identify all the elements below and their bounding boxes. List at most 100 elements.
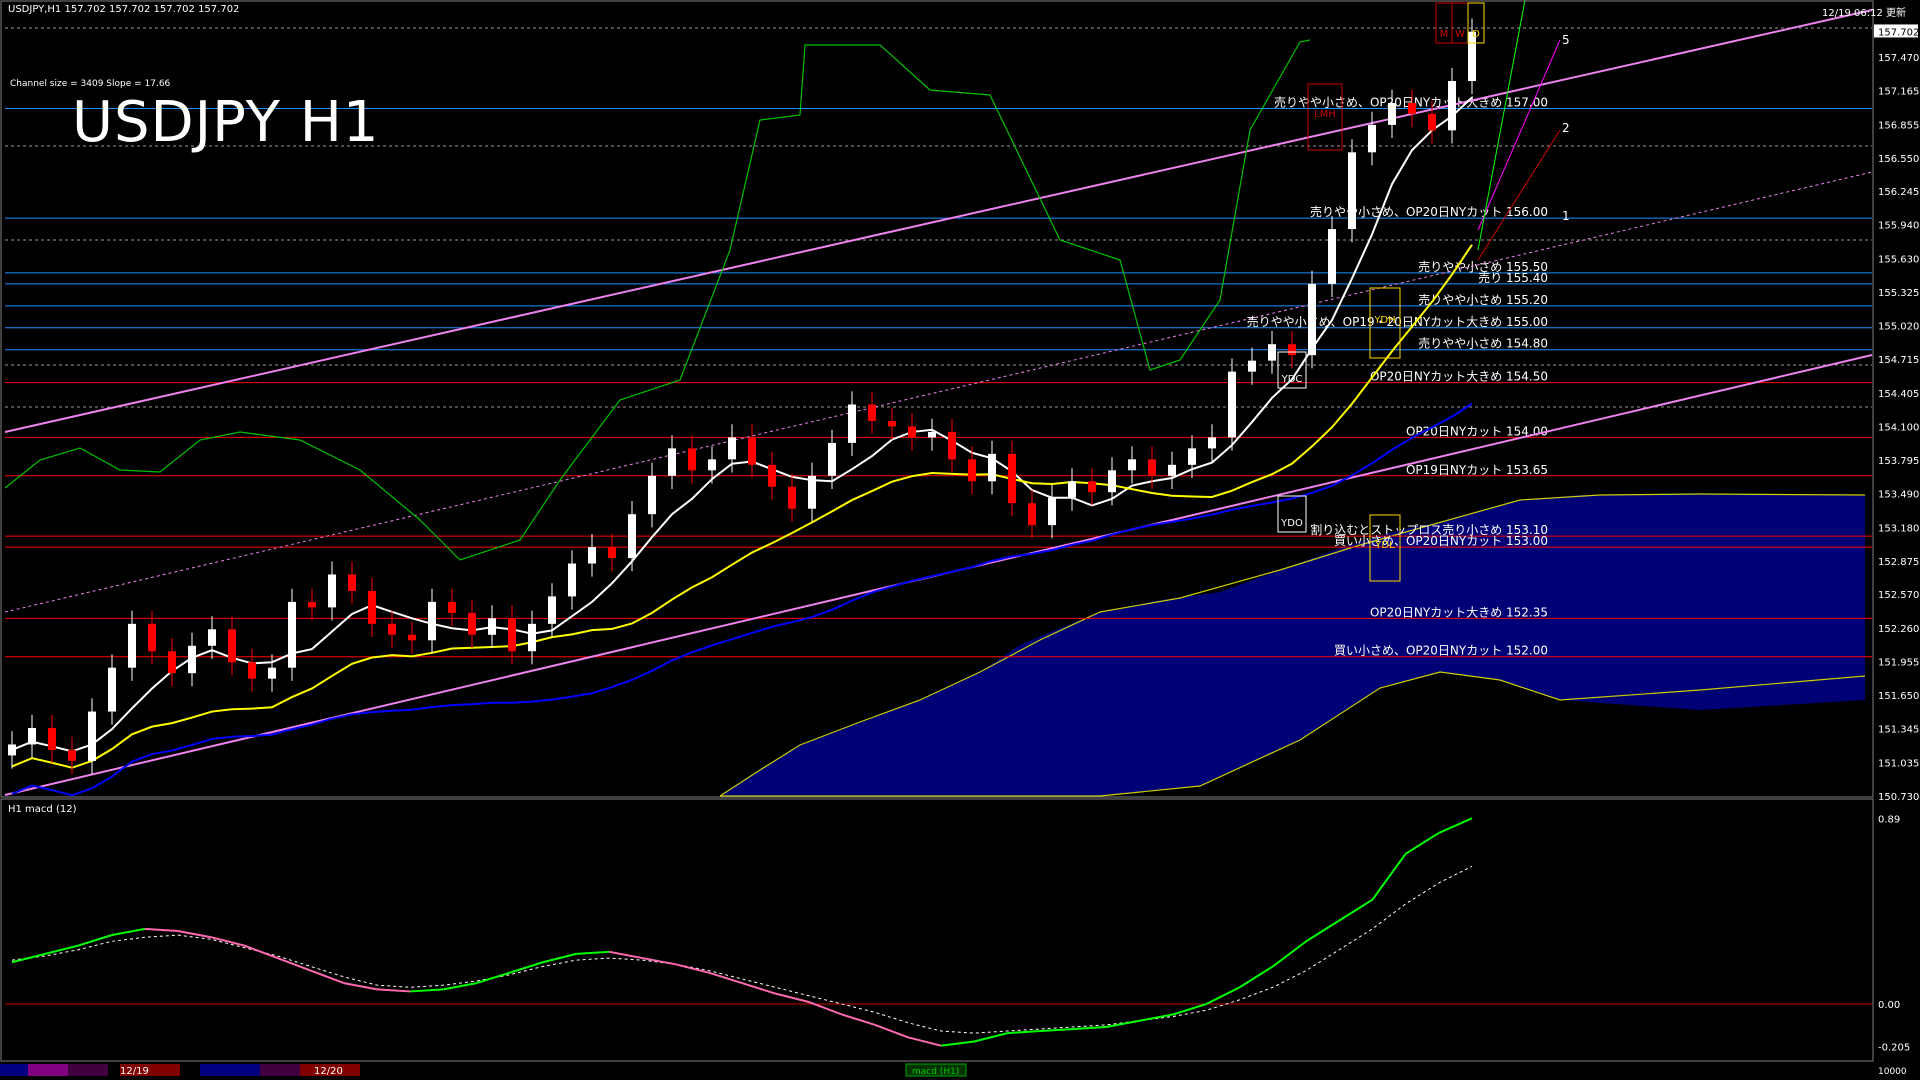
candle-body	[888, 420, 896, 427]
timeline-segment	[200, 1064, 260, 1076]
current-price-text: 157.702	[1878, 27, 1919, 38]
candle-body	[1068, 481, 1076, 498]
candle-body	[428, 601, 436, 641]
candle-body	[868, 404, 876, 421]
candle-body	[628, 514, 636, 559]
candle-body	[788, 486, 796, 509]
level-label: 売り 155.40	[1478, 270, 1548, 285]
macd-tick: -0.205	[1878, 1043, 1910, 1054]
price-tick: 152.260	[1878, 624, 1919, 635]
level-label: OP19日NYカット 153.65	[1406, 463, 1548, 477]
candle-body	[1268, 344, 1276, 361]
bar-count: 10000	[1878, 1067, 1907, 1077]
candle-body	[148, 623, 156, 652]
level-label: 買い小さめ、OP20日NYカット 152.00	[1334, 644, 1548, 658]
candle-body	[1088, 481, 1096, 493]
candle-body	[668, 448, 676, 476]
marker-label: LMH	[1314, 109, 1336, 120]
level-label: OP20日NYカット大きめ 154.50	[1370, 370, 1548, 384]
candle-body	[1428, 113, 1436, 131]
level-label: 買い小さめ、OP20日NYカット 153.00	[1334, 534, 1548, 548]
marker-label: YDO	[1280, 518, 1303, 529]
candle-body	[188, 645, 196, 674]
candle-body	[488, 618, 496, 635]
candle-body	[648, 475, 656, 515]
level-label: OP20日NYカット大きめ 152.35	[1370, 605, 1548, 619]
candle-body	[828, 442, 836, 476]
candle-body	[1208, 437, 1216, 449]
price-tick: 154.100	[1878, 422, 1919, 433]
candle-body	[588, 547, 596, 564]
candle-body	[1248, 360, 1256, 372]
price-tick: 152.570	[1878, 590, 1919, 601]
marker-label: YDL	[1374, 540, 1395, 551]
price-tick: 154.715	[1878, 355, 1919, 366]
candle-body	[928, 431, 936, 438]
macd-tick: 0.00	[1878, 1000, 1900, 1011]
price-tick: 153.795	[1878, 456, 1919, 467]
candle-body	[1408, 102, 1416, 114]
candle-body	[1008, 453, 1016, 504]
price-tick: 151.955	[1878, 658, 1919, 669]
fan-label: 2	[1562, 121, 1570, 135]
candle-body	[128, 623, 136, 668]
candle-body	[908, 426, 916, 438]
candle-body	[1228, 371, 1236, 438]
level-label: 売りやや小さめ 154.80	[1418, 336, 1548, 351]
candle-body	[528, 623, 536, 652]
candle-body	[808, 475, 816, 509]
candle-body	[448, 601, 456, 613]
price-tick: 151.345	[1878, 725, 1919, 736]
price-tick: 157.165	[1878, 86, 1919, 97]
candle-body	[1288, 344, 1296, 356]
macd-tick: 0.89	[1878, 814, 1900, 825]
price-tick: 156.855	[1878, 120, 1919, 131]
marker-label: M	[1440, 29, 1449, 40]
updated-time: 12/19 06:12 更新	[1822, 8, 1906, 19]
candle-body	[608, 547, 616, 559]
candle-body	[328, 574, 336, 608]
candle-body	[268, 667, 276, 679]
timeline-segment	[68, 1064, 108, 1076]
price-tick: 153.490	[1878, 489, 1919, 500]
price-tick: 152.875	[1878, 557, 1919, 568]
candle-body	[1168, 464, 1176, 476]
fan-label: 5	[1562, 33, 1570, 47]
timeline-segment	[0, 1064, 28, 1076]
candle-body	[1328, 229, 1336, 284]
price-chart[interactable]: 売りやや小さめ、OP20日NYカット大きめ 157.00売りやや小さめ、OP20…	[0, 0, 1920, 1080]
candle-body	[1148, 459, 1156, 476]
macd-label: H1 macd (12)	[8, 804, 77, 815]
price-tick: 150.730	[1878, 792, 1919, 803]
symbol-header: USDJPY,H1 157.702 157.702 157.702 157.70…	[8, 4, 240, 15]
candle-body	[688, 448, 696, 471]
candle-body	[88, 711, 96, 761]
marker-label: D	[1472, 29, 1480, 40]
timeline-segment	[260, 1064, 300, 1076]
candle-body	[568, 563, 576, 597]
candle-body	[708, 459, 716, 471]
fan-label: 1	[1562, 209, 1570, 223]
candle-body	[368, 590, 376, 624]
candle-body	[288, 601, 296, 668]
candle-body	[228, 629, 236, 663]
candle-body	[1108, 470, 1116, 493]
price-tick: 156.245	[1878, 187, 1919, 198]
candle-body	[508, 618, 516, 652]
candle-body	[1388, 102, 1396, 125]
chart-title: USDJPY H1	[72, 90, 380, 155]
candle-body	[8, 744, 16, 756]
price-tick: 151.650	[1878, 691, 1919, 702]
candle-body	[168, 651, 176, 674]
marker-label: YDH	[1373, 315, 1395, 326]
price-tick: 151.035	[1878, 759, 1919, 770]
candle-body	[28, 728, 36, 745]
candle-body	[948, 431, 956, 460]
candle-body	[388, 623, 396, 635]
timeline-segment	[28, 1064, 68, 1076]
candle-body	[768, 464, 776, 487]
candle-body	[548, 596, 556, 624]
macd-tab-label: macd (H1)	[912, 1067, 959, 1077]
candle-body	[968, 459, 976, 482]
candle-body	[208, 629, 216, 646]
